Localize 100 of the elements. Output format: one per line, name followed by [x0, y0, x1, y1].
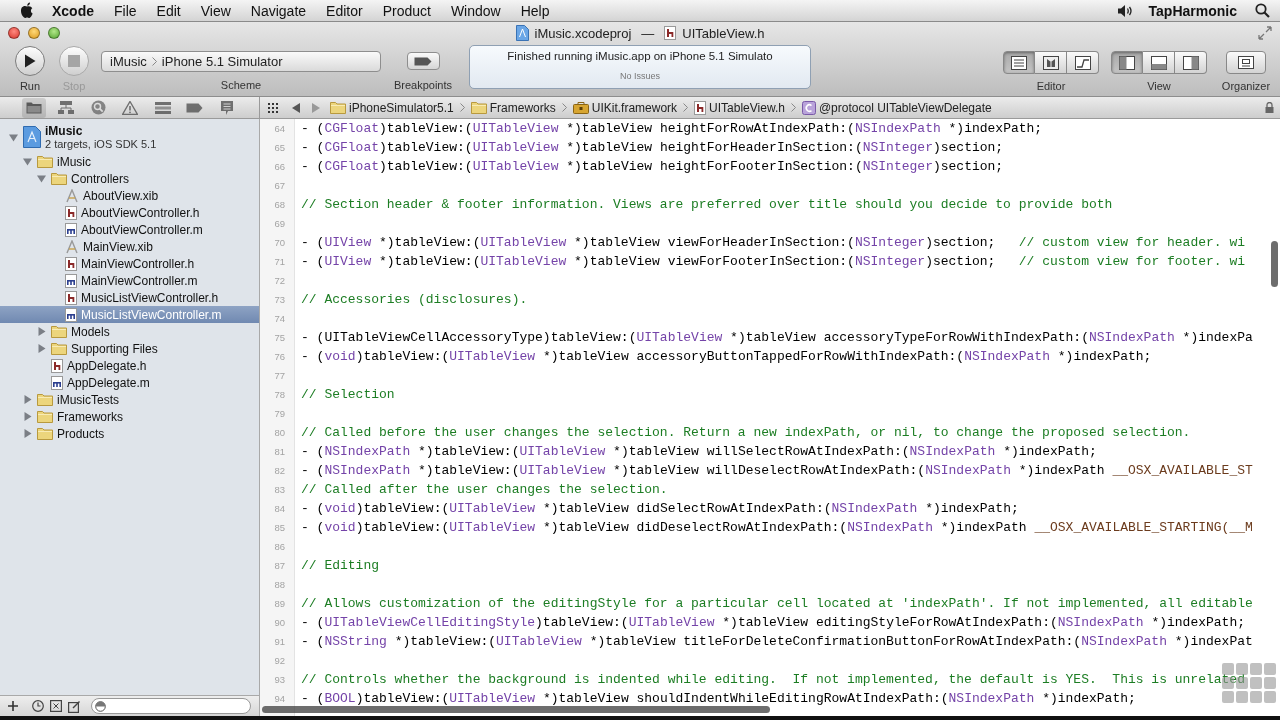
- minimize-button[interactable]: [28, 27, 40, 39]
- scheme-popup[interactable]: iMusic iPhone 5.1 Simulator: [101, 51, 381, 72]
- view-toggle-button[interactable]: [1175, 51, 1207, 74]
- folder-icon: [26, 101, 43, 114]
- tree-item[interactable]: AppDelegate.h: [0, 357, 259, 374]
- lock-icon[interactable]: [1265, 102, 1274, 113]
- code-line: - (CGFloat)tableView:(UITableView *)tableView heightForFooterInSection:(NSInteger)section;: [301, 159, 1004, 174]
- disclosure-triangle[interactable]: [37, 174, 46, 183]
- tree-item[interactable]: iMusic: [0, 153, 259, 170]
- code-line: - (CGFloat)tableView:(UITableView *)tableView heightForRowAtIndexPath:(NSIndexPath *)indexPath;: [301, 121, 1043, 136]
- code-line: // Allows customization of the editingStyle for a particular cell located at 'indexPath'. If not implemented, all editable: [301, 596, 1253, 611]
- zoom-button[interactable]: [48, 27, 60, 39]
- tree-item[interactable]: Controllers: [0, 170, 259, 187]
- menu-item[interactable]: Edit: [156, 2, 181, 19]
- stop-icon: [68, 55, 80, 67]
- close-button[interactable]: [8, 27, 20, 39]
- disclosure-triangle[interactable]: [37, 327, 46, 336]
- filter-field[interactable]: [91, 698, 251, 714]
- menu-item[interactable]: Help: [520, 2, 550, 19]
- scm-filter-button[interactable]: [68, 699, 81, 713]
- line-number: 74: [273, 313, 286, 324]
- tree-item[interactable]: iMusic 2 targets, iOS SDK 5.1: [0, 121, 259, 153]
- toolbox-icon: [572, 101, 589, 114]
- disclosure-triangle[interactable]: [23, 395, 32, 404]
- tree-item[interactable]: AboutViewController.m: [0, 221, 259, 238]
- step-line-icon: [1074, 55, 1091, 70]
- filter-icon: [95, 700, 106, 712]
- user-name[interactable]: TapHarmonic: [1148, 2, 1237, 19]
- line-number: 94: [273, 693, 286, 704]
- folder-icon: [37, 410, 53, 423]
- code-line: - (NSString *)tableView:(UITableView *)tableView titleForDeleteConfirmationButtonForRowAtIndexPath:(NSIndexPath *)indexPat: [301, 634, 1253, 649]
- tree-item[interactable]: MusicListViewController.h: [0, 289, 259, 306]
- tree-item[interactable]: MainView.xib: [0, 238, 259, 255]
- view-toggle-button[interactable]: [1111, 51, 1143, 74]
- line-number: 93: [273, 674, 286, 685]
- tree-item[interactable]: Supporting Files: [0, 340, 259, 357]
- run-button[interactable]: [15, 46, 45, 76]
- fullscreen-icon[interactable]: [1258, 26, 1272, 40]
- menu-item[interactable]: Navigate: [250, 2, 307, 19]
- editor-mode-button[interactable]: [1003, 51, 1035, 74]
- disclosure-triangle[interactable]: [37, 344, 46, 353]
- organizer-button[interactable]: [1226, 51, 1266, 74]
- recent-filter-button[interactable]: [32, 700, 44, 712]
- tree-item[interactable]: AboutView.xib: [0, 187, 259, 204]
- view-toggle-button[interactable]: [1143, 51, 1175, 74]
- chevron-icon: [459, 103, 465, 112]
- tree-item[interactable]: Products: [0, 425, 259, 442]
- tree-item[interactable]: AboutViewController.h: [0, 204, 259, 221]
- menu-item[interactable]: File: [114, 2, 137, 19]
- folder-icon: [51, 325, 67, 338]
- breadcrumb[interactable]: @protocol UITableViewDelegate: [799, 100, 994, 115]
- speaker-icon[interactable]: [1116, 3, 1133, 18]
- tree-item[interactable]: Models: [0, 323, 259, 340]
- file-icon: [65, 273, 77, 288]
- shirt-icon: [1042, 55, 1059, 70]
- breadcrumb[interactable]: UITableView.h: [692, 100, 787, 115]
- list-icon: [154, 101, 171, 114]
- file-icon: [65, 256, 77, 271]
- tree-item[interactable]: MainViewController.h: [0, 255, 259, 272]
- menu-item[interactable]: Window: [450, 2, 501, 19]
- scrollbar[interactable]: [262, 706, 770, 713]
- app-menu[interactable]: Xcode: [52, 2, 94, 19]
- tree-item[interactable]: Frameworks: [0, 408, 259, 425]
- folder-icon: [37, 155, 53, 168]
- disclosure-triangle[interactable]: [9, 132, 18, 142]
- search-icon[interactable]: [1255, 3, 1270, 18]
- file-icon: [65, 290, 77, 305]
- line-number: 88: [273, 579, 286, 590]
- folder-icon: [470, 101, 487, 114]
- menu-item[interactable]: Product: [382, 2, 431, 19]
- disclosure-triangle[interactable]: [23, 429, 32, 438]
- line-number: 76: [273, 351, 286, 362]
- code-line: - (void)tableView:(UITableView *)tableView accessoryButtonTappedForRowWithIndexPath:(NSIndexPath *)indexPath;: [301, 349, 1152, 364]
- unsaved-filter-button[interactable]: [50, 700, 62, 712]
- scrollbar[interactable]: [1271, 241, 1278, 287]
- left-panel-icon: [1119, 55, 1135, 70]
- tree-item[interactable]: iMusicTests: [0, 391, 259, 408]
- editor-mode-button[interactable]: [1067, 51, 1099, 74]
- disclosure-triangle[interactable]: [23, 157, 32, 166]
- line-number: 90: [273, 617, 286, 628]
- tree-item[interactable]: AppDelegate.m: [0, 374, 259, 391]
- menu-item[interactable]: Editor: [326, 2, 363, 19]
- menu-item[interactable]: View: [200, 2, 231, 19]
- editor-mode-button[interactable]: [1035, 51, 1067, 74]
- apple-icon[interactable]: [20, 2, 34, 19]
- breadcrumb[interactable]: Frameworks: [468, 100, 558, 115]
- code-line: - (void)tableView:(UITableView *)tableView didSelectRowAtIndexPath:(NSIndexPath *)indexPath;: [301, 501, 1019, 516]
- breadcrumb[interactable]: UIKit.framework: [570, 100, 680, 115]
- tree-item[interactable]: MainViewController.m: [0, 272, 259, 289]
- navigator-tab[interactable]: [22, 97, 47, 118]
- code-line: - (BOOL)tableView:(UITableView *)tableView shouldIndentWhileEditingRowAtIndexPath:(NSIndexPath *)indexPath;: [301, 691, 1136, 706]
- breakpoints-button[interactable]: [406, 52, 440, 70]
- add-button[interactable]: [8, 701, 18, 711]
- breadcrumb[interactable]: iPhoneSimulator5.1: [328, 100, 456, 115]
- file-icon: [65, 222, 77, 237]
- disclosure-triangle[interactable]: [23, 412, 32, 421]
- breakpoints-label: Breakpoints: [393, 79, 453, 91]
- code-line: // Accessories (disclosures).: [301, 292, 528, 307]
- line-number: 70: [273, 237, 286, 248]
- line-number: 80: [273, 427, 286, 438]
